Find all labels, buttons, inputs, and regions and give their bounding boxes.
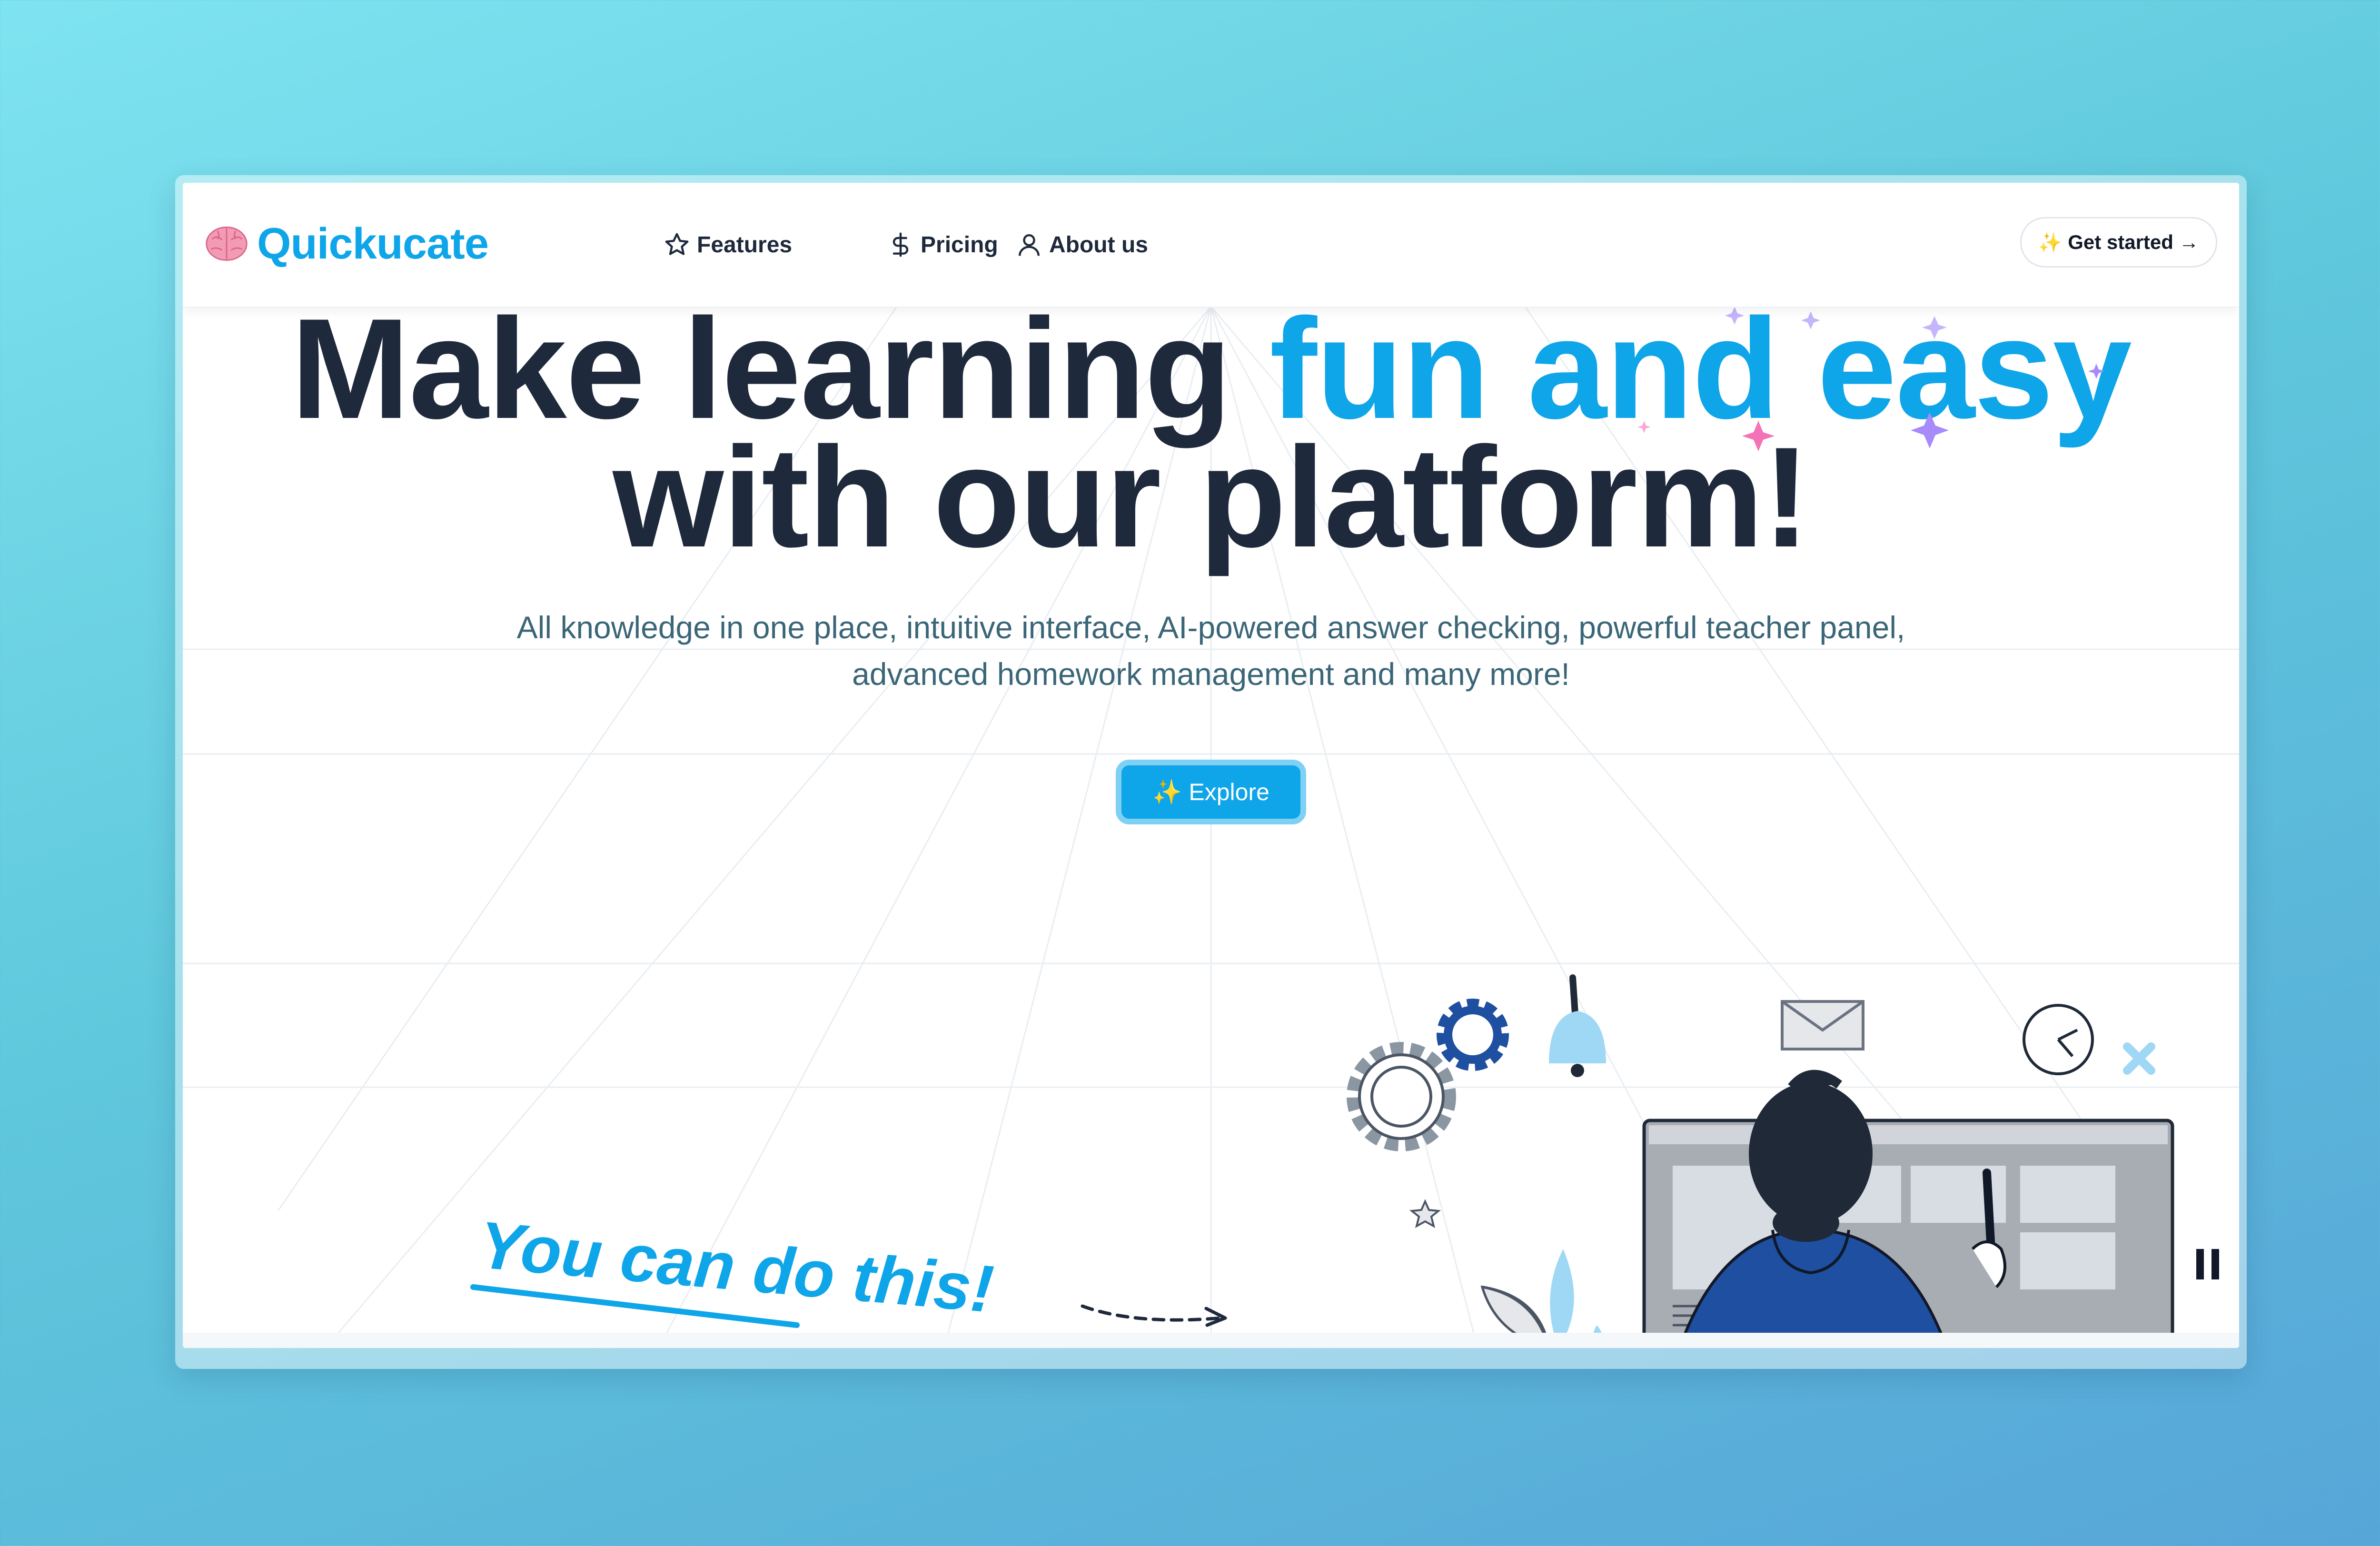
- explore-button[interactable]: ✨ Explore: [1116, 760, 1306, 824]
- nav-link-label: About us: [1049, 232, 1148, 258]
- nav-link-pricing[interactable]: Pricing: [887, 226, 998, 264]
- nav-link-label: Features: [697, 232, 793, 258]
- brand-logo[interactable]: Quickucate: [204, 215, 489, 272]
- get-started-label: Get started →: [2068, 231, 2199, 253]
- person-at-computer-illustration: [1347, 974, 2219, 1348]
- user-icon: [1018, 234, 1040, 256]
- hero-subtitle: All knowledge in one place, intuitive in…: [402, 604, 2020, 697]
- doodle-underline: [470, 1284, 800, 1328]
- dollar-icon: [892, 232, 909, 257]
- get-started-button[interactable]: ✨ Get started →: [2020, 217, 2217, 268]
- dashed-arrow-icon: [1081, 1304, 1227, 1327]
- star-icon: [665, 233, 689, 255]
- page-window: Quickucate Features Pricing About us ✨ G…: [183, 183, 2239, 1348]
- nav-link-about[interactable]: About us: [1016, 226, 1148, 264]
- hero-subtitle-line1: All knowledge in one place, intuitive in…: [516, 610, 1905, 645]
- brain-icon: [206, 227, 248, 261]
- sparkles-icon: ✨: [2038, 232, 2063, 253]
- nav-link-label: Pricing: [921, 232, 998, 258]
- sparkles-icon: ✨: [1152, 778, 1182, 805]
- sparkles-decoration: [1637, 307, 2104, 451]
- page-bottom-edge: [183, 1333, 2239, 1348]
- top-navbar: Quickucate Features Pricing About us ✨ G…: [183, 183, 2239, 307]
- explore-label: Explore: [1189, 779, 1269, 805]
- brand-name: Quickucate: [257, 219, 489, 268]
- gear-icon: [1437, 999, 1509, 1071]
- hero-subtitle-line2: advanced homework management and many mo…: [852, 656, 1570, 692]
- nav-link-features[interactable]: Features: [664, 226, 792, 264]
